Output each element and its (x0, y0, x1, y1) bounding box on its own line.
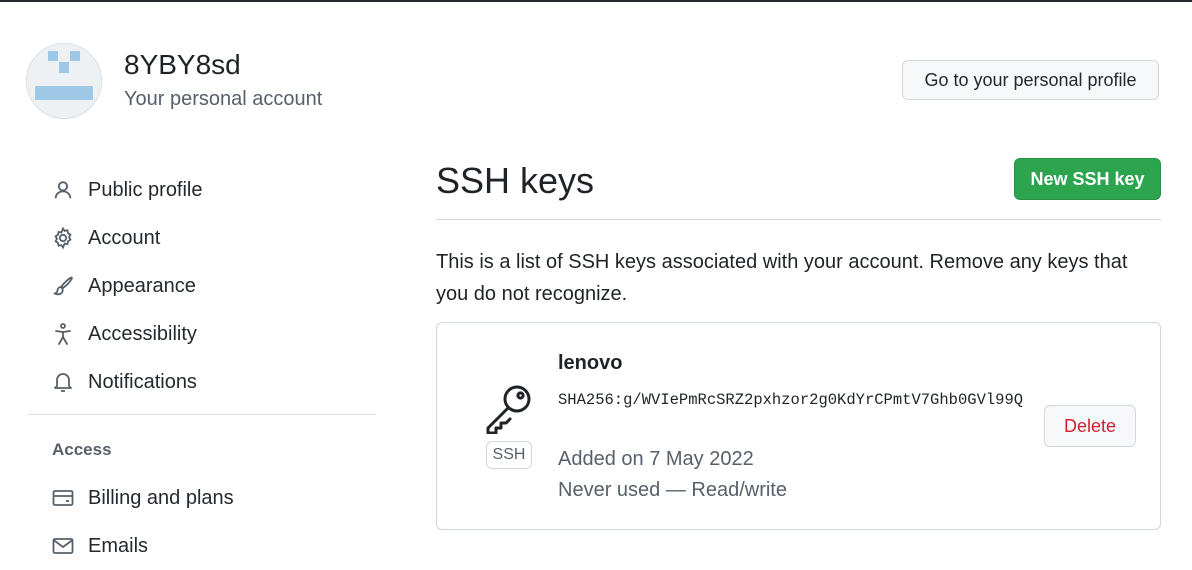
key-added-date: Added on 7 May 2022 (558, 448, 754, 470)
sidebar-item-public-profile[interactable]: Public profile (28, 166, 376, 214)
key-icon (484, 382, 536, 439)
new-ssh-key-button[interactable]: New SSH key (1014, 158, 1161, 200)
sidebar-item-label: Emails (88, 534, 149, 557)
sidebar-nav: Public profile Account Appearance Access… (28, 166, 376, 406)
account-subtitle: Your personal account (124, 88, 323, 110)
sidebar-item-emails[interactable]: Emails (28, 522, 376, 570)
sidebar-item-label: Appearance (88, 274, 196, 297)
ssh-keys-description: This is a list of SSH keys associated wi… (436, 251, 1128, 305)
title-divider (436, 219, 1161, 220)
page-title: SSH keys (436, 160, 595, 201)
avatar[interactable] (26, 43, 102, 119)
sidebar-item-label: Public profile (88, 178, 203, 201)
go-to-profile-button[interactable]: Go to your personal profile (902, 60, 1159, 100)
mail-icon (51, 534, 75, 558)
key-title: lenovo (558, 352, 623, 374)
gear-icon (51, 226, 75, 250)
paintbrush-icon (51, 274, 75, 298)
accessibility-icon (51, 322, 75, 346)
sidebar-access-nav: Billing and plans Emails (28, 474, 376, 570)
sidebar-item-account[interactable]: Account (28, 214, 376, 262)
sidebar-heading-access: Access (52, 440, 112, 459)
account-username: 8YBY8sd (124, 49, 241, 80)
credit-card-icon (51, 486, 75, 510)
sidebar-item-accessibility[interactable]: Accessibility (28, 310, 376, 358)
bell-icon (51, 370, 75, 394)
key-type-badge: SSH (486, 441, 532, 469)
sidebar-item-label: Billing and plans (88, 486, 234, 509)
key-usage-status: Never used — Read/write (558, 479, 787, 501)
sidebar-divider (28, 414, 376, 415)
sidebar-item-label: Notifications (88, 370, 197, 393)
delete-key-button[interactable]: Delete (1044, 405, 1136, 447)
sidebar-item-label: Account (88, 226, 161, 249)
sidebar-item-label: Accessibility (88, 322, 197, 345)
sidebar-item-notifications[interactable]: Notifications (28, 358, 376, 406)
sidebar-item-appearance[interactable]: Appearance (28, 262, 376, 310)
key-fingerprint: SHA256:g/WVIePmRcSRZ2pxhzor2g0KdYrCPmtV7… (558, 391, 1024, 409)
sidebar-item-billing[interactable]: Billing and plans (28, 474, 376, 522)
top-border (0, 0, 1192, 2)
person-icon (51, 178, 75, 202)
